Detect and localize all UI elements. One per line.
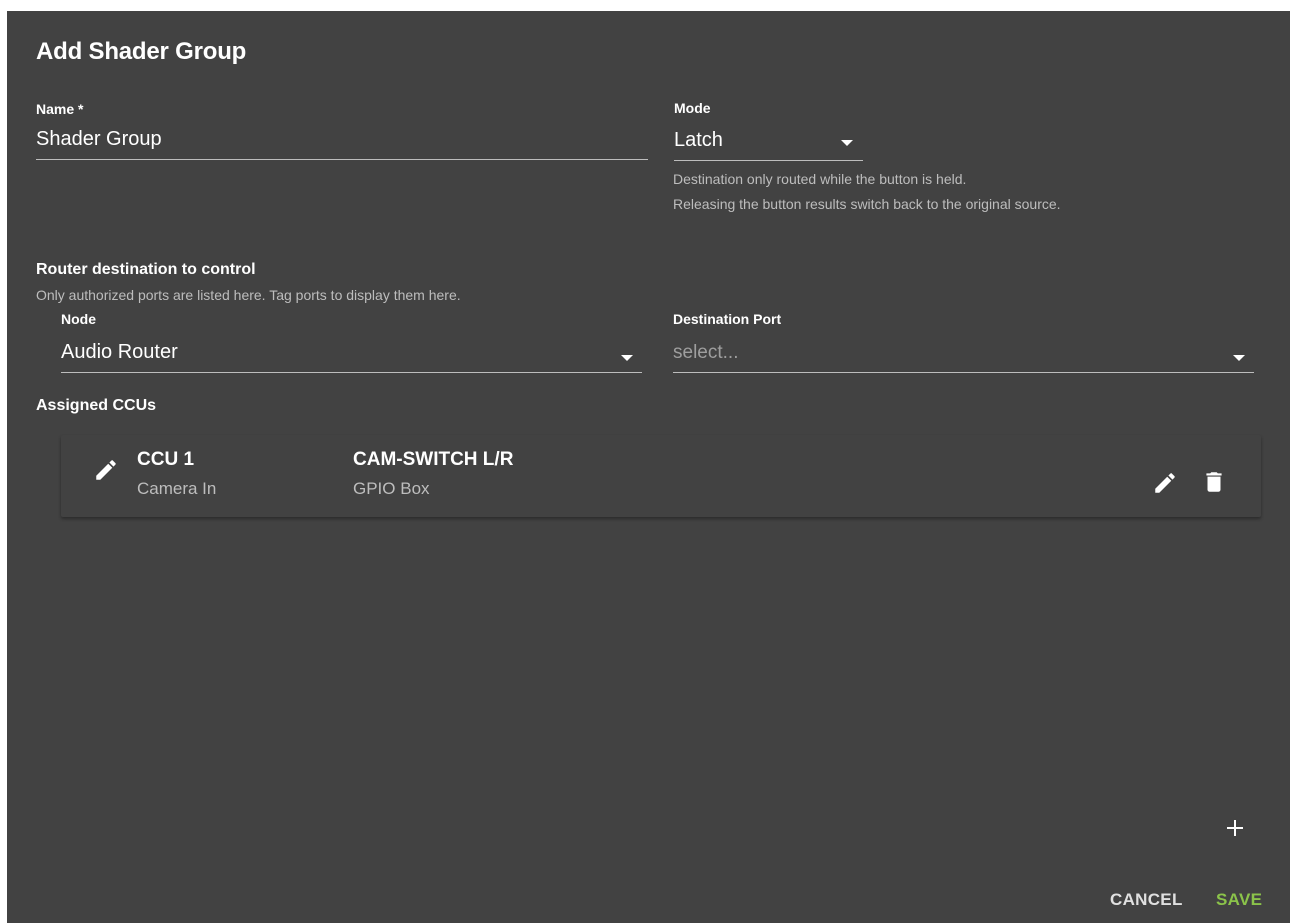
destination-port-underline <box>673 372 1254 373</box>
ccu-sub-label: Camera In <box>137 479 217 498</box>
add-ccu-plus-icon[interactable] <box>1223 816 1247 840</box>
destination-port-label: Destination Port <box>673 311 782 327</box>
row-edit-pencil-icon[interactable] <box>1152 470 1178 496</box>
save-button[interactable]: SAVE <box>1216 890 1262 910</box>
node-select-underline <box>61 372 642 373</box>
add-shader-group-dialog: Add Shader Group Name * Shader Group Mod… <box>7 11 1290 923</box>
cancel-button[interactable]: CANCEL <box>1110 890 1183 910</box>
router-section-helper: Only authorized ports are listed here. T… <box>36 287 461 303</box>
router-section-heading: Router destination to control <box>36 261 256 278</box>
ccu-target-sub-label: GPIO Box <box>353 479 430 498</box>
assigned-ccu-list-item: CCU 1 Camera In CAM-SWITCH L/R GPIO Box <box>61 435 1261 517</box>
dialog-title: Add Shader Group <box>36 38 247 65</box>
mode-field-label: Mode <box>674 100 711 116</box>
name-input[interactable]: Shader Group <box>36 128 162 151</box>
mode-helper-line-2: Releasing the button results switch back… <box>673 196 1061 212</box>
mode-caret-down-icon[interactable] <box>841 140 853 146</box>
mode-helper-line-1: Destination only routed while the button… <box>673 171 967 187</box>
destination-port-caret-down-icon[interactable] <box>1233 355 1245 361</box>
node-select-value[interactable]: Audio Router <box>61 341 178 364</box>
destination-port-placeholder[interactable]: select... <box>673 342 738 364</box>
name-input-underline <box>36 159 648 160</box>
ccu-name: CCU 1 <box>137 449 195 470</box>
mode-select-underline <box>674 160 863 161</box>
node-caret-down-icon[interactable] <box>621 355 633 361</box>
row-delete-trash-icon[interactable] <box>1201 469 1227 495</box>
ccu-edit-pencil-icon[interactable] <box>93 457 119 483</box>
ccu-target-name: CAM-SWITCH L/R <box>353 449 514 470</box>
mode-select-value[interactable]: Latch <box>674 129 723 152</box>
name-field-label: Name * <box>36 101 84 117</box>
assigned-ccus-heading: Assigned CCUs <box>36 397 157 414</box>
node-field-label: Node <box>61 311 96 327</box>
